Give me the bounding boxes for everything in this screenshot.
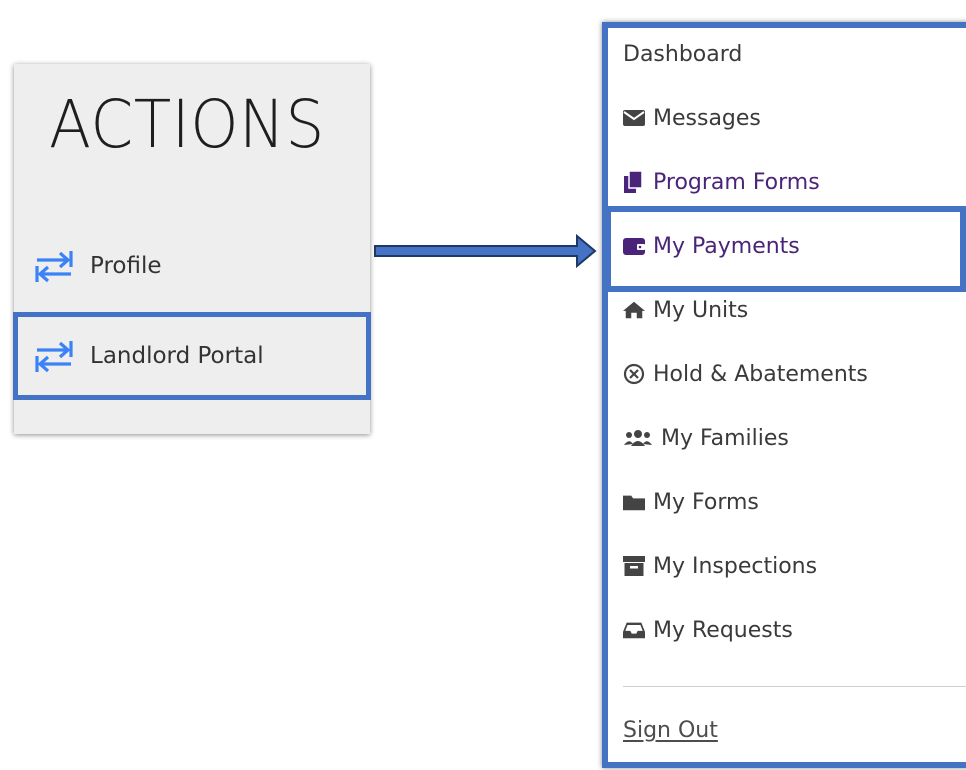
actions-panel: ACTIONS Profile Landlord Portal	[13, 64, 371, 434]
envelope-icon	[623, 107, 645, 129]
action-item-profile[interactable]: Profile	[14, 236, 370, 296]
menu-item-my-families[interactable]: My Families	[623, 418, 789, 458]
copy-files-icon	[623, 170, 645, 193]
menu-item-label: My Families	[661, 425, 789, 451]
menu-item-hold-abatements[interactable]: Hold & Abatements	[623, 354, 868, 394]
menu-item-label: My Forms	[653, 489, 759, 515]
menu-item-label: Dashboard	[623, 41, 743, 67]
menu-item-label: Program Forms	[653, 169, 820, 195]
menu-item-label: My Payments	[653, 233, 800, 259]
folder-icon	[623, 491, 645, 513]
menu-item-program-forms[interactable]: Program Forms	[623, 162, 820, 202]
menu-item-label: My Inspections	[653, 553, 818, 579]
inbox-icon	[623, 619, 645, 641]
menu-item-dashboard[interactable]: Dashboard	[623, 34, 742, 74]
menu-item-label: My Units	[653, 297, 749, 323]
menu-item-my-forms[interactable]: My Forms	[623, 482, 759, 522]
archive-icon	[623, 555, 645, 577]
menu-item-label: My Requests	[653, 617, 793, 643]
actions-title: ACTIONS	[49, 86, 325, 163]
home-icon	[623, 299, 645, 321]
wallet-icon	[623, 235, 645, 257]
menu-item-label: Hold & Abatements	[653, 361, 868, 387]
menu-item-my-payments[interactable]: My Payments	[623, 226, 800, 266]
landlord-portal-highlight	[13, 312, 371, 400]
sign-out-link[interactable]: Sign Out	[623, 718, 718, 743]
swap-arrows-icon	[35, 251, 73, 283]
connector-arrow-icon	[374, 233, 597, 269]
menu-item-messages[interactable]: Messages	[623, 98, 761, 138]
action-item-label: Profile	[90, 253, 162, 279]
menu-item-my-inspections[interactable]: My Inspections	[623, 546, 817, 586]
menu-divider	[623, 686, 966, 687]
menu-item-my-units[interactable]: My Units	[623, 290, 748, 330]
users-icon	[623, 427, 653, 449]
menu-item-my-requests[interactable]: My Requests	[623, 610, 793, 650]
circle-x-icon	[623, 363, 645, 385]
menu-item-label: Messages	[653, 105, 761, 131]
